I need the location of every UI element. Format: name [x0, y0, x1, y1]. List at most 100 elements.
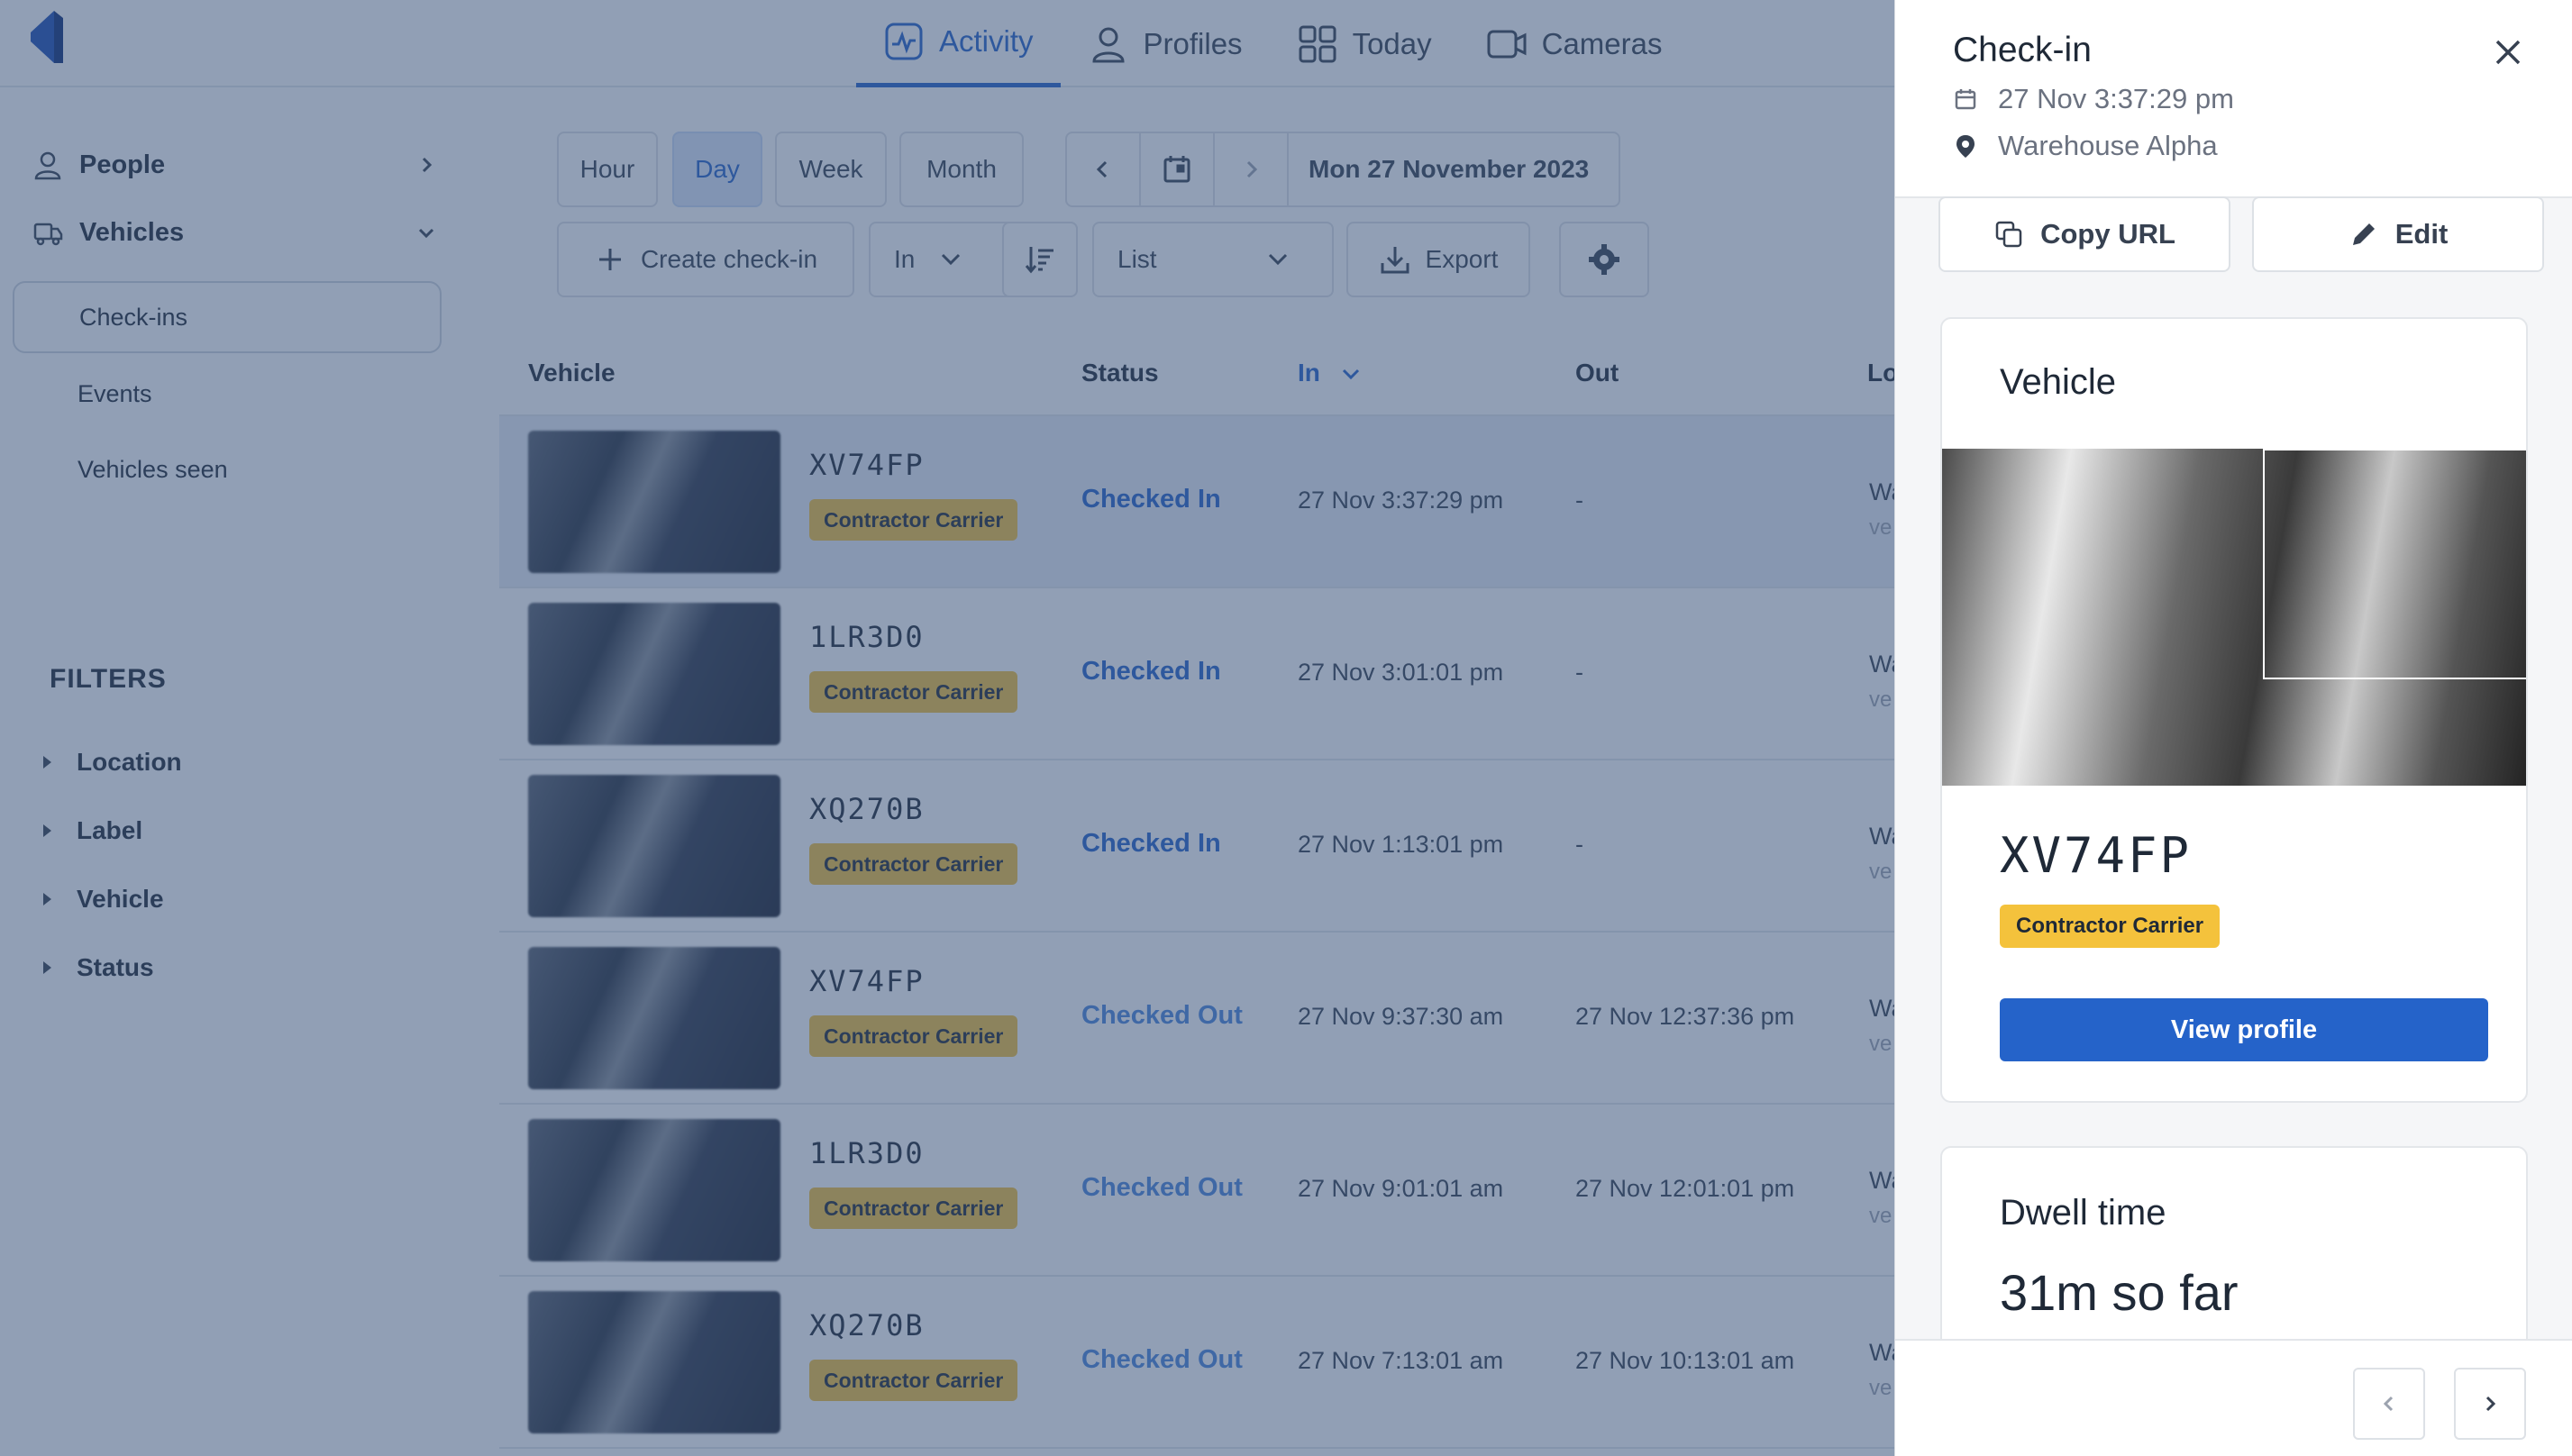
- dwell-time-title: Dwell time: [2000, 1193, 2166, 1233]
- range-month-label: Month: [926, 155, 997, 183]
- table-row[interactable]: 1LR3D0 Contractor Carrier Checked In 27 …: [499, 588, 1905, 760]
- range-week-button[interactable]: Week: [775, 132, 887, 207]
- status-text: Checked In: [1081, 657, 1221, 686]
- filter-location[interactable]: Location: [43, 740, 182, 785]
- out-time: 27 Nov 12:37:36 pm: [1575, 1003, 1795, 1030]
- table-row[interactable]: XV74FP Contractor Carrier Checked Out 27…: [499, 933, 1905, 1105]
- status-text: Checked In: [1081, 485, 1221, 514]
- grid-icon: [1299, 25, 1336, 62]
- camera-icon: [1487, 30, 1527, 58]
- prev-date-button[interactable]: [1067, 133, 1141, 205]
- out-time: -: [1575, 659, 1583, 686]
- date-navigator: Mon 27 November 2023: [1065, 132, 1620, 207]
- settings-button[interactable]: [1559, 222, 1649, 297]
- view-value: List: [1117, 245, 1157, 273]
- column-out[interactable]: Out: [1575, 359, 1619, 387]
- vehicle-image[interactable]: [1942, 449, 2526, 786]
- copy-url-button[interactable]: Copy URL: [1938, 196, 2230, 272]
- calendar-icon: [1955, 89, 1976, 110]
- sidebar-item-vehicles[interactable]: Vehicles: [32, 205, 447, 259]
- panel-header: Check-in 27 Nov 3:37:29 pm Warehouse Alp…: [1895, 0, 2572, 198]
- location-pin-icon: [1956, 135, 1975, 158]
- sidebar-people-label: People: [79, 150, 166, 179]
- out-time: 27 Nov 10:13:01 am: [1575, 1347, 1795, 1374]
- plus-icon: [598, 249, 621, 270]
- out-time: -: [1575, 831, 1583, 858]
- main-tabs: Activity Profiles Today Cameras: [856, 0, 1690, 87]
- filter-vehicle-label: Vehicle: [77, 885, 164, 913]
- sort-button[interactable]: [1002, 222, 1078, 297]
- next-date-button[interactable]: [1215, 133, 1289, 205]
- direction-value: In: [894, 245, 916, 273]
- caret-right-icon: [43, 824, 51, 837]
- vehicle-card-title: Vehicle: [2000, 362, 2116, 402]
- tab-cameras[interactable]: Cameras: [1459, 0, 1690, 87]
- sidebar-item-people[interactable]: People: [32, 138, 447, 192]
- vehicle-tag: Contractor Carrier: [809, 499, 1018, 541]
- filter-vehicle[interactable]: Vehicle: [43, 877, 164, 922]
- column-status[interactable]: Status: [1081, 359, 1159, 387]
- sidebar-item-check-ins[interactable]: Check-ins: [13, 281, 442, 353]
- sort-icon: [1025, 247, 1053, 274]
- column-in[interactable]: In: [1298, 359, 1320, 387]
- create-check-in-label: Create check-in: [640, 245, 818, 273]
- sidebar-item-events[interactable]: Events: [13, 358, 442, 430]
- panel-datetime-row: 27 Nov 3:37:29 pm: [1953, 83, 2234, 115]
- user-icon: [34, 151, 61, 180]
- panel-location-row: Warehouse Alpha: [1953, 130, 2218, 162]
- chevron-down-icon: [418, 228, 434, 239]
- chevron-right-icon: [422, 157, 433, 173]
- caret-right-icon: [43, 961, 51, 974]
- table-row[interactable]: XV74FP Contractor Carrier Checked In 27 …: [499, 416, 1905, 588]
- view-profile-button[interactable]: View profile: [2000, 998, 2488, 1061]
- range-week-label: Week: [798, 155, 863, 183]
- range-day-button[interactable]: Day: [672, 132, 762, 207]
- range-hour-button[interactable]: Hour: [557, 132, 658, 207]
- close-icon[interactable]: [2488, 32, 2528, 72]
- caret-right-icon: [43, 756, 51, 769]
- edit-button[interactable]: Edit: [2252, 196, 2544, 272]
- copy-url-label: Copy URL: [2040, 218, 2175, 250]
- filter-status-label: Status: [77, 953, 154, 981]
- chevron-right-icon: [2485, 1396, 2496, 1412]
- in-time: 27 Nov 3:37:29 pm: [1298, 487, 1504, 514]
- tab-today-label: Today: [1352, 26, 1432, 60]
- vehicle-thumbnail: [528, 1119, 780, 1261]
- calendar-icon: [1163, 156, 1190, 183]
- brand-logo-icon[interactable]: [27, 5, 70, 68]
- in-time: 27 Nov 7:13:01 am: [1298, 1347, 1504, 1374]
- tab-profiles-label: Profiles: [1143, 26, 1243, 60]
- table-row[interactable]: XQ270B Contractor Carrier Checked Out 27…: [499, 1277, 1905, 1449]
- export-button[interactable]: Export: [1346, 222, 1530, 297]
- gear-icon: [1589, 244, 1619, 275]
- check-in-detail-panel: Check-in 27 Nov 3:37:29 pm Warehouse Alp…: [1894, 0, 2572, 1456]
- tab-activity[interactable]: Activity: [856, 0, 1061, 87]
- calendar-button[interactable]: [1141, 133, 1215, 205]
- tab-today[interactable]: Today: [1270, 0, 1459, 87]
- export-label: Export: [1425, 245, 1499, 273]
- create-check-in-button[interactable]: Create check-in: [557, 222, 854, 297]
- chevron-left-icon: [2383, 1396, 2394, 1412]
- previous-record-button[interactable]: [2353, 1368, 2425, 1440]
- table-header: Vehicle Status In Out Lo: [499, 341, 1898, 416]
- sidebar-item-vehicles-seen[interactable]: Vehicles seen: [13, 433, 442, 505]
- sort-desc-icon[interactable]: [1337, 360, 1364, 387]
- filter-status[interactable]: Status: [43, 945, 154, 990]
- vehicle-thumbnail: [528, 1291, 780, 1433]
- sidebar: People Vehicles Check-ins Events Vehicle…: [0, 87, 451, 1456]
- column-vehicle[interactable]: Vehicle: [528, 359, 616, 387]
- table-row[interactable]: 1LR3D0 Contractor Carrier Checked Out 27…: [499, 1105, 1905, 1277]
- plate-number: XV74FP: [809, 964, 925, 998]
- next-record-button[interactable]: [2454, 1368, 2526, 1440]
- status-text: Checked Out: [1081, 1173, 1243, 1202]
- status-text: Checked Out: [1081, 1001, 1243, 1030]
- panel-location: Warehouse Alpha: [1998, 130, 2218, 161]
- table-row[interactable]: XQ270B Contractor Carrier Checked In 27 …: [499, 760, 1905, 933]
- plate-number: XV74FP: [809, 448, 925, 482]
- view-select[interactable]: List: [1092, 222, 1334, 297]
- vehicle-thumbnail: [528, 947, 780, 1089]
- range-month-button[interactable]: Month: [899, 132, 1024, 207]
- current-date-label[interactable]: Mon 27 November 2023: [1289, 155, 1589, 184]
- filter-label[interactable]: Label: [43, 808, 142, 853]
- tab-profiles[interactable]: Profiles: [1061, 0, 1270, 87]
